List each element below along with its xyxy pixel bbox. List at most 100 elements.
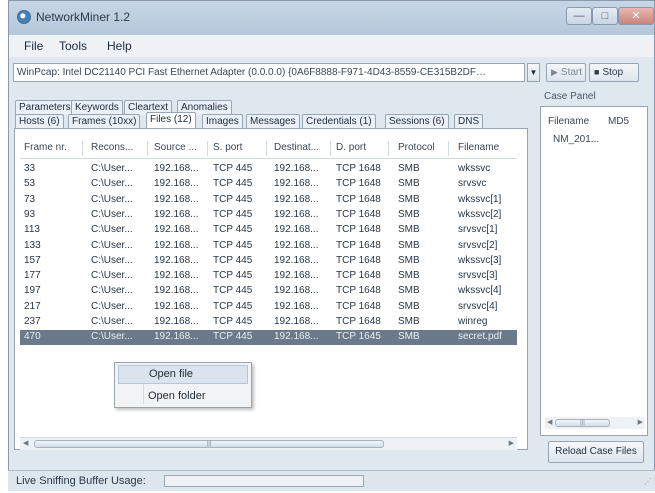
table-cell: C:\User... <box>91 178 133 190</box>
table-row[interactable]: 73 C:\User... 192.168... TCP 445 192.168... T… <box>20 193 517 208</box>
table-cell: srvsvc[2] <box>458 239 498 251</box>
column-header[interactable]: Destinat... <box>274 142 319 153</box>
column-divider[interactable] <box>207 141 208 156</box>
table-cell: SMB <box>398 300 420 312</box>
table-cell: 192.168... <box>274 331 319 343</box>
minimize-button[interactable]: — <box>566 7 592 25</box>
table-cell: 192.168... <box>154 300 199 312</box>
tab-hosts[interactable]: Hosts (6) <box>15 114 64 129</box>
table-cell: SMB <box>398 163 420 174</box>
column-divider[interactable] <box>330 141 331 156</box>
table-row[interactable]: 33 C:\User... 192.168... TCP 445 192.168... T… <box>20 162 517 177</box>
case-horizontal-scrollbar[interactable]: ◀ ||| ▶ <box>545 417 645 429</box>
scroll-left-icon[interactable]: ◀ <box>23 439 28 447</box>
maximize-button[interactable]: □ <box>592 7 618 25</box>
table-cell: srvsvc[3] <box>458 270 498 282</box>
table-row[interactable]: 237 C:\User... 192.168... TCP 445 192.168...… <box>20 315 517 330</box>
column-header[interactable]: Source ... <box>154 142 197 153</box>
table-cell: 192.168... <box>154 270 199 282</box>
table-row[interactable]: 217 C:\User... 192.168... TCP 445 192.168...… <box>20 300 517 315</box>
scroll-right-icon[interactable]: ▶ <box>509 439 514 447</box>
table-cell: srvsvc[4] <box>458 300 498 312</box>
table-row[interactable]: 197 C:\User... 192.168... TCP 445 192.168...… <box>20 284 517 299</box>
table-row[interactable]: 133 C:\User... 192.168... TCP 445 192.168...… <box>20 239 517 254</box>
table-cell: 192.168... <box>154 224 199 236</box>
column-header[interactable]: Frame nr. <box>24 142 67 153</box>
table-row[interactable]: 113 C:\User... 192.168... TCP 445 192.168...… <box>20 223 517 238</box>
window-title: NetworkMiner 1.2 <box>36 10 131 24</box>
scroll-right-icon[interactable]: ▶ <box>638 418 643 426</box>
table-cell: SMB <box>398 331 420 343</box>
table-row[interactable]: 93 C:\User... 192.168... TCP 445 192.168... T… <box>20 208 517 223</box>
tab-files[interactable]: Files (12) <box>146 112 196 129</box>
column-divider[interactable] <box>448 141 449 156</box>
table-cell: 192.168... <box>154 163 199 174</box>
open-file-menu-item[interactable]: Open file <box>118 365 248 384</box>
column-divider[interactable] <box>82 141 83 156</box>
column-header[interactable]: Recons... <box>91 142 133 153</box>
case-column-header[interactable]: Filename <box>548 116 589 127</box>
scroll-left-icon[interactable]: ◀ <box>547 418 552 426</box>
table-row[interactable]: 53 C:\User... 192.168... TCP 445 192.168... T… <box>20 177 517 192</box>
menu-help[interactable]: Help <box>107 39 132 53</box>
column-divider[interactable] <box>147 141 148 156</box>
tab-images[interactable]: Images <box>202 114 243 129</box>
open-folder-menu-item[interactable]: Open folder <box>118 387 248 406</box>
table-cell: wkssvc[2] <box>458 208 502 220</box>
table-row[interactable]: 157 C:\User... 192.168... TCP 445 192.168...… <box>20 254 517 269</box>
table-cell: wkssvc[4] <box>458 285 502 297</box>
start-button[interactable]: ▶ Start <box>546 63 586 82</box>
table-cell: 192.168... <box>154 193 199 205</box>
case-column-header[interactable]: MD5 <box>608 116 629 127</box>
status-bar: Live Sniffing Buffer Usage: ⋰ <box>8 470 655 491</box>
title-bar[interactable]: NetworkMiner 1.2 — □ ✕ <box>9 1 654 35</box>
tab-frames[interactable]: Frames (10xx) <box>68 114 141 129</box>
table-cell: C:\User... <box>91 300 133 312</box>
table-cell: TCP 445 <box>213 331 253 343</box>
tab-messages[interactable]: Messages <box>246 114 300 129</box>
table-header: Frame nr. Recons... Source ... S. port D… <box>20 140 517 159</box>
table-cell: 192.168... <box>154 178 199 190</box>
tab-parameters[interactable]: Parameters <box>15 100 75 115</box>
close-button[interactable]: ✕ <box>618 7 654 25</box>
scrollbar-thumb[interactable]: ||| <box>555 419 610 427</box>
table-cell: 157 <box>24 254 41 266</box>
resize-grip-icon[interactable]: ⋰ <box>644 477 652 486</box>
scrollbar-thumb[interactable]: ||| <box>34 440 384 448</box>
column-header[interactable]: Filename <box>458 142 499 153</box>
table-cell: SMB <box>398 285 420 297</box>
table-cell: C:\User... <box>91 254 133 266</box>
table-cell: 192.168... <box>274 270 319 282</box>
start-label: Start <box>560 67 583 78</box>
menu-file[interactable]: File <box>24 39 43 53</box>
table-row[interactable]: 470 C:\User... 192.168... TCP 445 192.168...… <box>20 330 517 346</box>
buffer-usage-label: Live Sniffing Buffer Usage: <box>16 475 146 487</box>
table-cell: TCP 1648 <box>336 193 381 205</box>
column-divider[interactable] <box>266 141 267 156</box>
column-header[interactable]: D. port <box>336 142 366 153</box>
adapter-select[interactable]: WinPcap: Intel DC21140 PCI Fast Ethernet… <box>13 63 525 82</box>
menu-tools[interactable]: Tools <box>59 39 87 53</box>
column-header[interactable]: Protocol <box>398 142 435 153</box>
table-cell: TCP 1648 <box>336 285 381 297</box>
table-cell: secret.pdf <box>458 331 502 343</box>
table-cell: 192.168... <box>274 178 319 190</box>
horizontal-scrollbar[interactable]: ◀ ||| ▶ <box>20 437 517 450</box>
case-file-cell[interactable]: NM_201... <box>553 134 599 145</box>
tab-sessions[interactable]: Sessions (6) <box>385 114 449 129</box>
table-cell: 33 <box>24 163 36 174</box>
tab-credentials[interactable]: Credentials (1) <box>302 114 376 129</box>
stop-icon: ■ <box>594 67 600 77</box>
stop-button[interactable]: ■ Stop <box>589 63 639 82</box>
table-cell: C:\User... <box>91 193 133 205</box>
table-cell: 197 <box>24 285 41 297</box>
table-cell: 113 <box>24 224 40 236</box>
chevron-down-icon[interactable]: ▼ <box>527 63 540 82</box>
column-divider[interactable] <box>388 141 389 156</box>
table-row[interactable]: 177 C:\User... 192.168... TCP 445 192.168...… <box>20 269 517 284</box>
tab-keywords[interactable]: Keywords <box>71 100 123 115</box>
column-header[interactable]: S. port <box>213 142 242 153</box>
reload-case-files-button[interactable]: Reload Case Files <box>548 441 644 463</box>
tab-dns[interactable]: DNS <box>454 114 484 129</box>
table-cell: SMB <box>398 178 420 190</box>
